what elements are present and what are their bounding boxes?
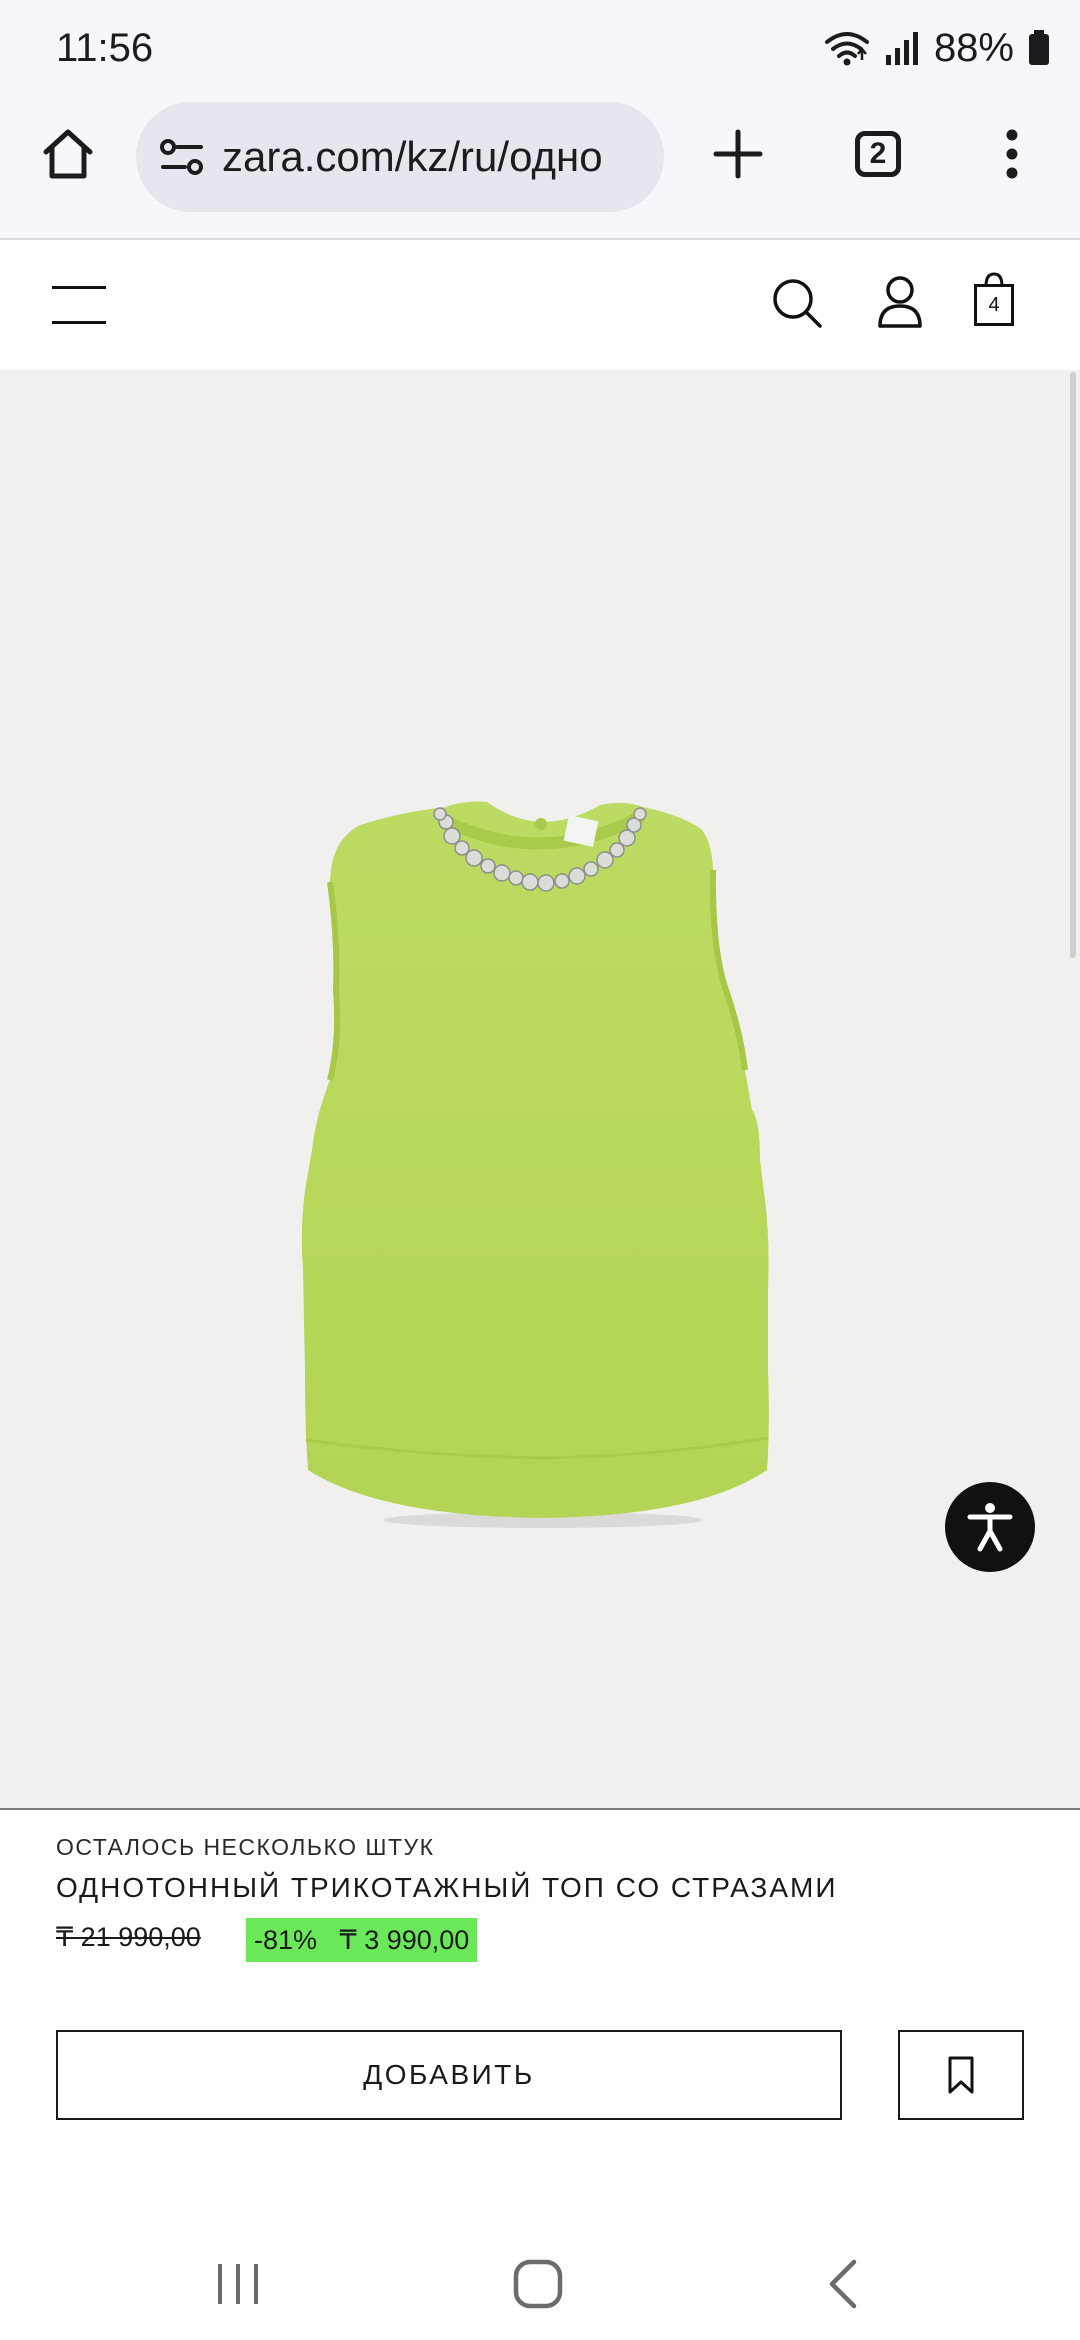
status-bar: 11:56 88%: [0, 0, 1080, 96]
discount-percent: -81%: [254, 1924, 318, 1955]
status-time: 11:56: [56, 26, 154, 70]
bag-count: 4: [974, 284, 1014, 326]
accessibility-button[interactable]: [945, 1482, 1035, 1572]
address-bar[interactable]: zara.com/kz/ru/одно: [136, 102, 664, 212]
bookmark-button[interactable]: [898, 2030, 1024, 2120]
wifi-icon: [824, 32, 869, 66]
more-vert-icon: [1006, 129, 1018, 179]
hamburger-menu-icon[interactable]: [52, 280, 106, 330]
stock-note: ОСТАЛОСЬ НЕСКОЛЬКО ШТУК: [56, 1834, 435, 1860]
new-price: ₸ 3 990,00: [339, 1924, 470, 1955]
browser-home-button[interactable]: [36, 122, 100, 186]
search-button[interactable]: [768, 274, 828, 334]
accessibility-icon: [967, 1503, 1013, 1552]
search-icon: [773, 279, 822, 328]
status-indicators: 88%: [824, 24, 1050, 72]
plus-icon: [713, 129, 763, 179]
sale-price-badge: -81% ₸ 3 990,00: [246, 1918, 478, 1962]
product-image[interactable]: [0, 370, 1080, 1808]
browser-menu-button[interactable]: [986, 120, 1038, 188]
account-button[interactable]: [870, 272, 930, 336]
site-settings-icon[interactable]: [156, 131, 208, 183]
battery-icon: [1029, 30, 1049, 65]
recents-button[interactable]: [210, 2256, 266, 2312]
system-nav-bar: [0, 2228, 1080, 2340]
bookmark-icon: [948, 2056, 974, 2094]
page-scrollbar[interactable]: [1070, 372, 1076, 958]
back-icon: [829, 2259, 857, 2309]
old-price: ₸ 21 990,00: [56, 1922, 201, 1952]
add-to-cart-button[interactable]: ДОБАВИТЬ: [56, 2030, 842, 2120]
battery-percent: 88%: [933, 25, 1014, 70]
system-home-button[interactable]: [510, 2256, 566, 2312]
tab-switcher-button[interactable]: 2: [846, 122, 910, 186]
tabs-icon: 2: [855, 131, 901, 177]
recents-icon: [218, 2264, 258, 2304]
sleeveless-top-image: [301, 801, 769, 1528]
home-circle-icon: [513, 2259, 563, 2309]
product-title: ОДНОТОННЫЙ ТРИКОТАЖНЫЙ ТОП СО СТРАЗАМИ: [56, 1872, 838, 1903]
signal-icon: [885, 32, 918, 65]
new-tab-button[interactable]: [704, 120, 772, 188]
product-info-panel: ОСТАЛОСЬ НЕСКОЛЬКО ШТУК ОДНОТОННЫЙ ТРИКО…: [0, 1808, 1080, 2230]
account-icon: [878, 276, 922, 328]
system-back-button[interactable]: [816, 2256, 872, 2312]
url-text[interactable]: zara.com/kz/ru/одно: [222, 133, 603, 181]
shopping-bag-button[interactable]: 4: [974, 272, 1028, 336]
site-header: 4: [0, 240, 1080, 370]
tab-count: 2: [869, 137, 887, 170]
browser-toolbar: zara.com/kz/ru/одно 2: [0, 96, 1080, 240]
home-icon: [43, 129, 93, 179]
